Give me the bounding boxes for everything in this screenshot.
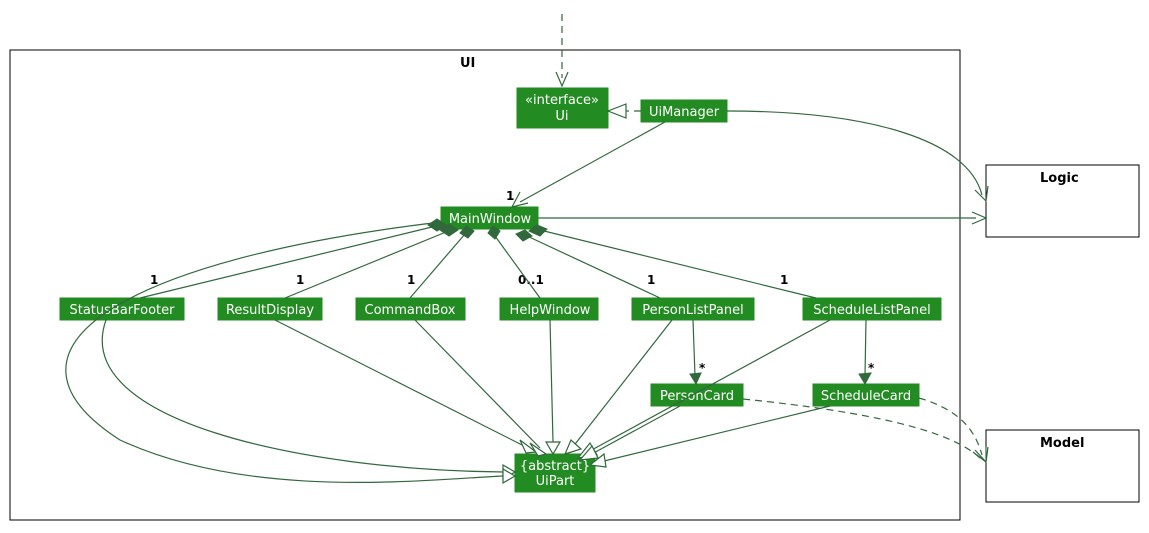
- edge-uimanager-to-mainwindow: [512, 122, 665, 207]
- node-personcard-label: PersonCard: [660, 389, 734, 404]
- edge-mw-commandbox: [410, 226, 474, 298]
- edge-mw-statusbarfooter: [140, 219, 446, 298]
- edge-mainwindow-to-logic: [538, 212, 986, 224]
- edge-slp-uipart: [578, 320, 830, 458]
- edge-hw-uipart: [546, 320, 560, 454]
- node-uimanager: UiManager: [641, 100, 727, 122]
- edge-sbf-uipart: [102, 320, 515, 479]
- node-ui-interface: «interface» Ui: [517, 88, 608, 128]
- package-logic: Logic: [986, 165, 1139, 237]
- uml-class-diagram: UI Logic Model «interface» Ui UiManager …: [0, 0, 1149, 533]
- edge-personcard-to-model: [743, 399, 986, 462]
- node-statusbarfooter: StatusBarFooter: [60, 298, 184, 320]
- edge-cb-uipart: [415, 320, 546, 456]
- edge-uimanager-to-logic: [727, 111, 988, 201]
- edge-plp-personcard: [690, 320, 701, 384]
- node-personlistpanel: PersonListPanel: [632, 298, 754, 320]
- node-uipart-line2: UiPart: [536, 474, 575, 489]
- node-uipart-line1: {abstract}: [520, 459, 590, 474]
- node-helpwindow-label: HelpWindow: [510, 303, 591, 318]
- node-schedulelistpanel: ScheduleListPanel: [803, 298, 941, 320]
- edge-slp-schedulecard: [859, 320, 871, 384]
- node-mainwindow: MainWindow: [441, 207, 538, 229]
- node-helpwindow: HelpWindow: [500, 298, 598, 320]
- edge-uimanager-implements-ui: [608, 104, 641, 118]
- mult-plp: 1: [647, 273, 655, 287]
- package-logic-label: Logic: [1040, 171, 1079, 186]
- node-uimanager-label: UiManager: [649, 105, 720, 120]
- mult-slp: 1: [780, 273, 788, 287]
- node-commandbox: CommandBox: [356, 298, 465, 320]
- node-ui-interface-line1: «interface»: [525, 93, 599, 108]
- edge-mw-helpwindow: [488, 226, 540, 298]
- package-ui-label: UI: [460, 56, 475, 71]
- node-resultdisplay-label: ResultDisplay: [226, 303, 314, 318]
- node-resultdisplay: ResultDisplay: [218, 298, 322, 320]
- mult-rd: 1: [296, 273, 304, 287]
- package-model-label: Model: [1040, 436, 1084, 451]
- node-schedulecard: ScheduleCard: [813, 384, 919, 406]
- package-model: Model: [986, 430, 1139, 502]
- node-schedulelistpanel-label: ScheduleListPanel: [813, 303, 931, 318]
- node-statusbarfooter-label: StatusBarFooter: [69, 303, 175, 318]
- mult-sbf: 1: [150, 273, 158, 287]
- node-personcard: PersonCard: [651, 384, 743, 406]
- edge-rd-uipart: [275, 320, 536, 453]
- edge-sc-uipart: [590, 406, 830, 467]
- node-schedulecard-label: ScheduleCard: [821, 389, 911, 404]
- node-personlistpanel-label: PersonListPanel: [642, 303, 743, 318]
- node-ui-interface-line2: Ui: [555, 109, 568, 124]
- node-mainwindow-label: MainWindow: [449, 212, 532, 227]
- edge-mw-resultdisplay: [285, 224, 458, 298]
- edge-mw-personlistpanel: [516, 230, 660, 298]
- mult-cb: 1: [407, 273, 415, 287]
- edge-pc-uipart: [580, 406, 680, 460]
- edge-schedulecard-to-model: [919, 398, 988, 462]
- node-commandbox-label: CommandBox: [365, 303, 456, 318]
- edge-mw-schedulelistpanel: [529, 225, 816, 298]
- mult-mainwindow: 1: [506, 189, 514, 203]
